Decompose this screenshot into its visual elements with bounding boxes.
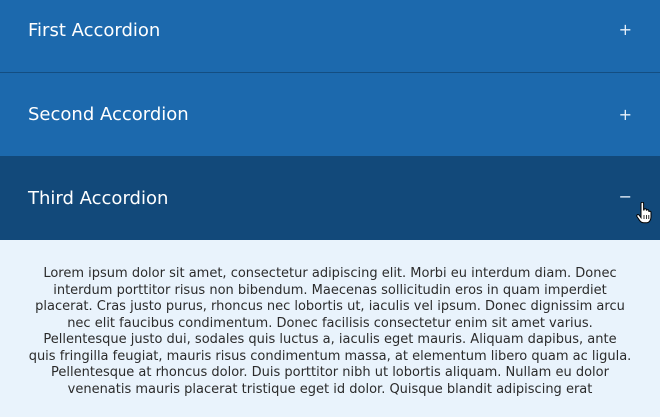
accordion-header-third[interactable]: Third Accordion − — [0, 156, 660, 240]
accordion-title: Second Accordion — [28, 104, 189, 125]
accordion-title: First Accordion — [28, 19, 161, 41]
accordion-header-first[interactable]: First Accordion + — [0, 0, 660, 72]
accordion-panel-text: Lorem ipsum dolor sit amet, consectetur … — [28, 266, 632, 397]
accordion: First Accordion + Second Accordion + Thi… — [0, 0, 660, 417]
hand-pointer-icon — [636, 202, 652, 224]
accordion-title: Third Accordion — [28, 187, 169, 209]
accordion-header-second[interactable]: Second Accordion + — [0, 72, 660, 156]
plus-icon[interactable]: + — [619, 107, 632, 123]
accordion-panel-third: Lorem ipsum dolor sit amet, consectetur … — [0, 240, 660, 398]
minus-icon[interactable]: − — [619, 189, 632, 205]
plus-icon[interactable]: + — [619, 22, 632, 38]
